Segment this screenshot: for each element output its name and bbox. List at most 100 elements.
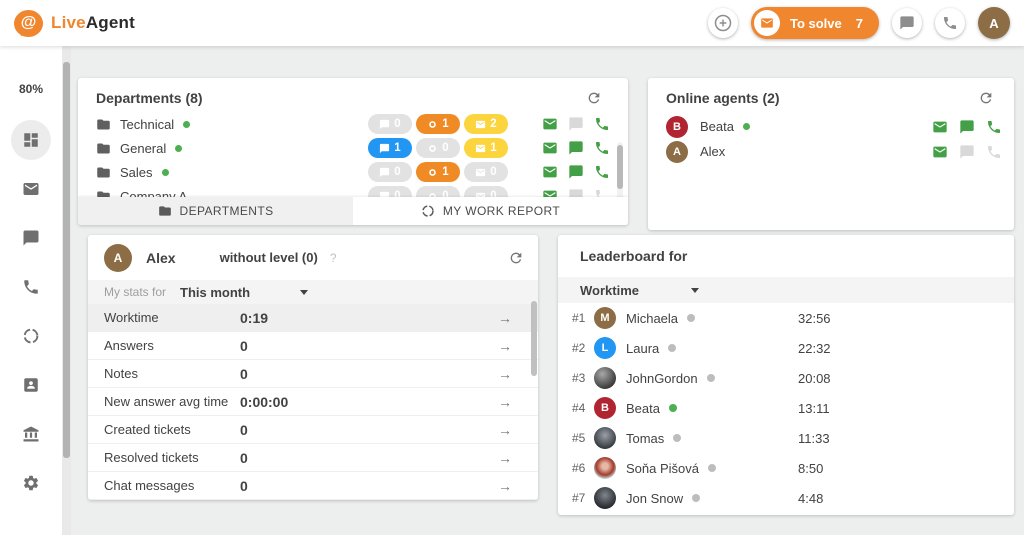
phone-icon[interactable] bbox=[986, 144, 1002, 160]
arrow-right-icon[interactable]: → bbox=[498, 478, 512, 494]
sidebar-item-companies[interactable] bbox=[11, 414, 51, 454]
mail-icon bbox=[22, 180, 40, 198]
mail-icon[interactable] bbox=[932, 144, 948, 160]
chat-icon[interactable] bbox=[568, 116, 584, 132]
status-dot bbox=[687, 314, 696, 322]
arrow-right-icon[interactable]: → bbox=[498, 338, 512, 354]
sidebar-item-reports[interactable] bbox=[11, 316, 51, 356]
chats-badge[interactable]: 0 bbox=[368, 114, 412, 134]
stats-for-label: My stats for bbox=[104, 285, 167, 299]
arrow-right-icon[interactable]: → bbox=[498, 310, 512, 326]
app-header: @ LiveAgent To solve 7 A bbox=[0, 0, 1024, 46]
phone-icon[interactable] bbox=[594, 164, 610, 180]
arrow-right-icon[interactable]: → bbox=[498, 422, 512, 438]
chat-icon[interactable] bbox=[568, 164, 584, 180]
sidebar-item-contacts[interactable] bbox=[11, 365, 51, 405]
stat-label: Chat messages bbox=[104, 478, 195, 493]
agent-row: B Beata bbox=[648, 114, 1014, 139]
stat-row[interactable]: Created tickets 0 → bbox=[88, 416, 538, 444]
departments-scrollbar-thumb[interactable] bbox=[617, 145, 623, 189]
dashboard-icon bbox=[22, 131, 40, 149]
rank: #6 bbox=[572, 461, 586, 475]
refresh-icon[interactable] bbox=[586, 90, 602, 106]
rank: #3 bbox=[572, 371, 586, 385]
stat-row[interactable]: Answers 0 → bbox=[88, 332, 538, 360]
logo-agent-text: Agent bbox=[85, 13, 135, 32]
stat-label: Notes bbox=[104, 366, 138, 381]
mail-icon[interactable] bbox=[932, 119, 948, 135]
period-value: This month bbox=[180, 284, 251, 300]
phone-icon[interactable] bbox=[594, 140, 610, 156]
chat-icon bbox=[22, 229, 40, 247]
avatar: L bbox=[594, 337, 616, 359]
stat-row[interactable]: New answer avg time 0:00:00 → bbox=[88, 388, 538, 416]
ring-icon bbox=[427, 167, 438, 178]
tickets-badge[interactable]: 0 bbox=[464, 162, 508, 182]
agent-name: Alex bbox=[146, 249, 176, 266]
agent-name: Tomas bbox=[626, 430, 665, 446]
leaderboard-row: #3 JohnGordon 20:08 bbox=[558, 363, 1014, 393]
sidebar-item-settings[interactable] bbox=[11, 463, 51, 503]
avatar-photo bbox=[594, 487, 616, 509]
calls-badge[interactable]: 1 bbox=[416, 162, 460, 182]
avatar: A bbox=[104, 243, 132, 272]
refresh-icon[interactable] bbox=[978, 90, 994, 106]
add-button[interactable] bbox=[707, 8, 738, 38]
tab-my-work-report[interactable]: MY WORK REPORT bbox=[353, 197, 628, 225]
phone-icon[interactable] bbox=[986, 119, 1002, 135]
phone-icon[interactable] bbox=[594, 116, 610, 132]
logo-live-text: Live bbox=[51, 13, 86, 32]
leaderboard-row: #5 Tomas 11:33 bbox=[558, 423, 1014, 453]
time-icon bbox=[22, 327, 40, 345]
calls-badge[interactable]: 0 bbox=[416, 138, 460, 158]
agent-name: Jon Snow bbox=[626, 490, 684, 506]
stat-row[interactable]: Chat messages 0 → bbox=[88, 472, 538, 500]
chat-icon[interactable] bbox=[568, 140, 584, 156]
online-status-dot bbox=[742, 123, 750, 130]
period-dropdown[interactable]: This month bbox=[180, 284, 309, 300]
calls-button[interactable] bbox=[935, 8, 965, 38]
page-scrollbar[interactable] bbox=[62, 46, 71, 535]
metric-dropdown[interactable]: Worktime bbox=[580, 283, 699, 298]
stat-row[interactable]: Worktime 0:19 → bbox=[88, 304, 538, 332]
chats-button[interactable] bbox=[892, 8, 922, 38]
calls-badge[interactable]: 1 bbox=[416, 114, 460, 134]
chats-badge[interactable]: 0 bbox=[368, 162, 412, 182]
sidebar-item-chats[interactable] bbox=[11, 218, 51, 258]
mail-icon[interactable] bbox=[542, 116, 558, 132]
arrow-right-icon[interactable]: → bbox=[498, 366, 512, 382]
avatar-photo bbox=[594, 427, 616, 449]
sidebar-item-calls[interactable] bbox=[11, 267, 51, 307]
mail-icon[interactable] bbox=[542, 140, 558, 156]
liveagent-logo-icon: @ bbox=[14, 9, 43, 37]
status-dot bbox=[706, 374, 715, 382]
stat-label: Resolved tickets bbox=[104, 450, 199, 465]
tickets-badge[interactable]: 2 bbox=[464, 114, 508, 134]
leaderboard-title: Leaderboard for bbox=[580, 248, 688, 264]
sidebar-item-tickets[interactable] bbox=[11, 169, 51, 209]
rank: #2 bbox=[572, 341, 586, 355]
chat-icon[interactable] bbox=[959, 119, 975, 135]
page-scrollbar-thumb[interactable] bbox=[63, 62, 70, 458]
stats-scrollbar-thumb[interactable] bbox=[531, 301, 537, 376]
user-avatar[interactable]: A bbox=[978, 7, 1010, 39]
rank: #4 bbox=[572, 401, 586, 415]
tickets-badge[interactable]: 1 bbox=[464, 138, 508, 158]
rank: #7 bbox=[572, 491, 586, 505]
agent-name: Beata bbox=[700, 119, 734, 134]
chats-badge[interactable]: 1 bbox=[368, 138, 412, 158]
avatar-photo bbox=[594, 457, 616, 479]
arrow-right-icon[interactable]: → bbox=[498, 450, 512, 466]
help-icon[interactable]: ? bbox=[330, 251, 337, 265]
chat-icon[interactable] bbox=[959, 144, 975, 160]
stat-row[interactable]: Notes 0 → bbox=[88, 360, 538, 388]
stat-row[interactable]: Resolved tickets 0 → bbox=[88, 444, 538, 472]
mail-icon[interactable] bbox=[542, 164, 558, 180]
sidebar-item-dashboard[interactable] bbox=[11, 120, 51, 160]
arrow-right-icon[interactable]: → bbox=[498, 394, 512, 410]
tab-departments[interactable]: DEPARTMENTS bbox=[78, 197, 353, 225]
online-status-dot bbox=[175, 144, 183, 152]
to-solve-button[interactable]: To solve 7 bbox=[750, 7, 879, 39]
to-solve-count: 7 bbox=[855, 15, 863, 31]
refresh-icon[interactable] bbox=[508, 250, 524, 266]
